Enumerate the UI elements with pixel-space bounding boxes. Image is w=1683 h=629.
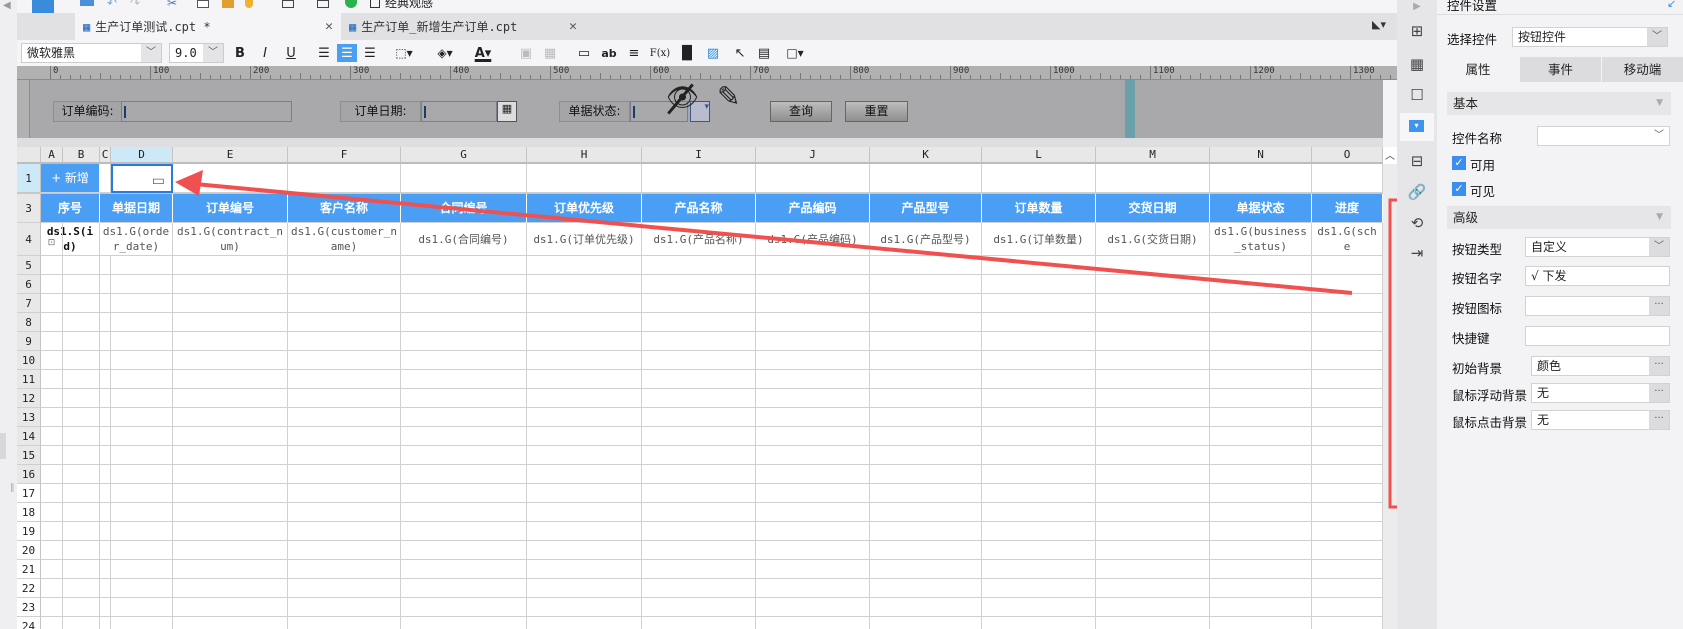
visible-checkbox[interactable]: ✓ [1452, 182, 1466, 196]
select-widget-value: 按钮控件 [1518, 30, 1567, 44]
click-background-value: 无 [1537, 413, 1550, 427]
more-button[interactable]: ··· [1649, 411, 1669, 429]
enabled-checkbox[interactable]: ✓ [1452, 156, 1466, 170]
widget-settings-tab[interactable]: ▾ [1400, 113, 1434, 141]
initial-background-value: 颜色 [1537, 359, 1562, 373]
button-icon-label: 按钮图标 [1452, 301, 1503, 316]
hover-background-label: 鼠标浮动背景 [1452, 388, 1528, 403]
collapse-icon: ▼ [1656, 98, 1663, 108]
chevron-down-icon: ﹀ [1647, 28, 1667, 46]
panel-title: 控件设置 [1447, 0, 1498, 13]
tab-properties[interactable]: 属性 [1437, 57, 1519, 82]
button-type-select[interactable]: 自定义 ﹀ [1525, 237, 1670, 257]
widget-settings-panel: 控件设置 ↙ 选择控件 按钮控件 ﹀ 属性 事件 移动端 基本 ▼ 控件名称 ﹀ ✓… [1437, 0, 1683, 629]
select-widget-dropdown[interactable]: 按钮控件 ﹀ [1512, 27, 1668, 47]
section-title: 高级 [1453, 210, 1479, 225]
rotate-icon[interactable]: ⟲ [1407, 213, 1427, 233]
button-name-value: √ 下发 [1531, 269, 1567, 283]
widget-name-label: 控件名称 [1452, 131, 1503, 146]
hover-background-value: 无 [1537, 386, 1550, 400]
cell-border-icon[interactable]: ☐ [1407, 85, 1427, 105]
collapse-icon: ▼ [1656, 212, 1663, 222]
visible-label: 可见 [1470, 184, 1496, 199]
click-background-label: 鼠标点击背景 [1452, 415, 1528, 430]
advanced-section-header[interactable]: 高级 ▼ [1447, 206, 1671, 229]
initial-background-field[interactable]: 颜色 ··· [1531, 356, 1670, 376]
hotkey-label: 快捷键 [1452, 331, 1490, 346]
button-icon-input[interactable]: ··· [1525, 296, 1670, 316]
button-name-label: 按钮名字 [1452, 271, 1503, 286]
button-type-label: 按钮类型 [1452, 242, 1503, 257]
click-background-field[interactable]: 无 ··· [1531, 410, 1670, 430]
basic-section-header[interactable]: 基本 ▼ [1447, 92, 1671, 115]
select-widget-label: 选择控件 [1447, 32, 1498, 47]
cell-attribute-icon[interactable]: ▦ [1407, 54, 1427, 74]
more-button[interactable]: ··· [1649, 297, 1669, 315]
widget-name-input[interactable]: ﹀ [1537, 126, 1670, 146]
tab-mobile[interactable]: 移动端 [1602, 57, 1683, 82]
hotkey-input[interactable] [1525, 326, 1670, 346]
condition-attribute-icon[interactable]: ⊟ [1407, 151, 1427, 171]
dropdown-widget-icon: ▾ [1409, 120, 1424, 132]
chevron-down-icon: ﹀ [1649, 238, 1669, 256]
enabled-label: 可用 [1470, 158, 1496, 173]
section-title: 基本 [1453, 96, 1479, 111]
button-type-value: 自定义 [1531, 240, 1568, 254]
initial-background-label: 初始背景 [1452, 361, 1503, 376]
dock-icon[interactable]: ↙ [1667, 0, 1676, 10]
button-name-input[interactable]: √ 下发 [1525, 266, 1670, 286]
hyperlink-icon[interactable]: 🔗 [1407, 182, 1427, 202]
cell-element-icon[interactable]: ⊞ [1407, 21, 1427, 41]
arrow-head [175, 170, 203, 196]
more-button[interactable]: ··· [1649, 384, 1669, 402]
tab-events[interactable]: 事件 [1520, 57, 1601, 82]
chevron-down-icon: ﹀ [1649, 127, 1669, 145]
more-button[interactable]: ··· [1649, 357, 1669, 375]
hover-background-field[interactable]: 无 ··· [1531, 383, 1670, 403]
arrow-line [194, 182, 1353, 295]
side-icon-strip: ▶ ⊞ ▦ ☐ ▾ ⊟ 🔗 ⟲ ⇥ [1397, 0, 1437, 629]
expand-arrow-icon[interactable]: ▶ [1407, 0, 1427, 16]
import-icon[interactable]: ⇥ [1407, 243, 1427, 263]
panel-divider [1437, 14, 1683, 15]
